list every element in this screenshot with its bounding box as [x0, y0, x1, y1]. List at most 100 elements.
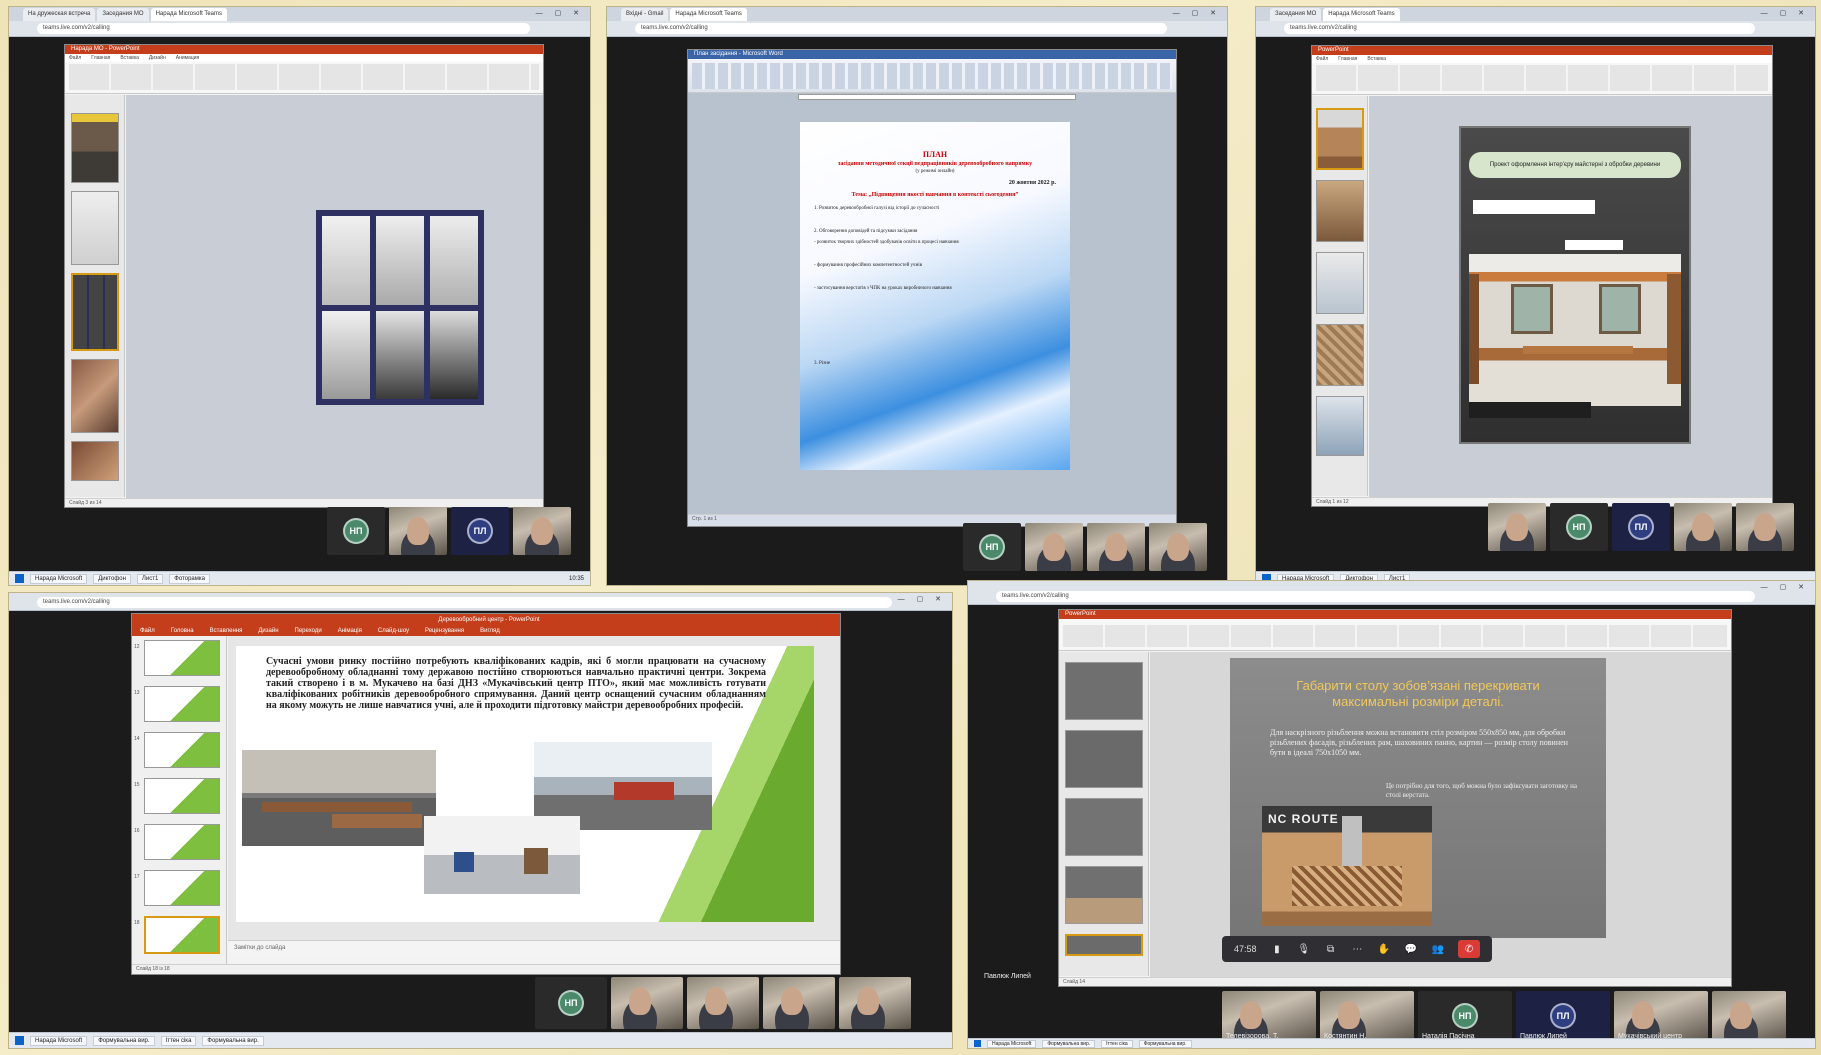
- ribbon-tab[interactable]: Дизайн: [258, 626, 278, 636]
- participant-video[interactable]: [763, 977, 835, 1029]
- address-bar[interactable]: teams.live.com/v2/calling: [37, 597, 892, 608]
- participant-video[interactable]: [513, 507, 571, 555]
- participant-video[interactable]: [611, 977, 683, 1029]
- taskbar-item[interactable]: Формувальна вир.: [1138, 1039, 1192, 1048]
- participant-video[interactable]: [1149, 523, 1207, 571]
- slide-thumbnail[interactable]: [1065, 662, 1143, 720]
- participants-strip: НП: [535, 977, 911, 1029]
- browser-tab-active[interactable]: Нарада Microsoft Teams: [150, 8, 228, 21]
- taskbar-item[interactable]: Фоторамка: [169, 573, 210, 584]
- ribbon-tab[interactable]: Рецензування: [425, 626, 464, 636]
- ribbon-groups[interactable]: [1063, 625, 1727, 647]
- address-bar[interactable]: teams.live.com/v2/calling: [37, 23, 530, 34]
- raise-hand-icon[interactable]: ✋: [1378, 942, 1391, 956]
- camera-icon[interactable]: ▮: [1271, 942, 1284, 956]
- slide-thumbnail[interactable]: [1316, 324, 1364, 386]
- taskbar-item[interactable]: Лист1: [136, 573, 164, 584]
- participant-video[interactable]: [1025, 523, 1083, 571]
- taskbar-item[interactable]: Іттен сіка: [160, 1035, 197, 1046]
- ribbon-tab[interactable]: Головна: [171, 626, 194, 636]
- slide-thumbnail[interactable]: [144, 640, 220, 676]
- slide-thumbnail[interactable]: [144, 732, 220, 768]
- ribbon-tab[interactable]: Анімація: [338, 626, 362, 636]
- word-title-bar: План засідання - Microsoft Word: [688, 50, 1176, 59]
- hang-up-button[interactable]: ✆: [1458, 940, 1481, 958]
- participant-tile[interactable]: ПЛ: [1612, 503, 1670, 551]
- slide-thumbnail[interactable]: [71, 359, 119, 433]
- taskbar-item[interactable]: Формувальна вир.: [1042, 1039, 1096, 1048]
- slide-thumbnail[interactable]: [1065, 730, 1143, 788]
- window-controls[interactable]: — ▢ ✕: [536, 9, 584, 17]
- ribbon-tab[interactable]: Вигляд: [480, 626, 500, 636]
- ribbon-tab[interactable]: Переходи: [295, 626, 322, 636]
- browser-tab-active[interactable]: Нарада Microsoft Teams: [670, 8, 747, 21]
- slide-thumbnail-selected[interactable]: [144, 916, 220, 954]
- slide-thumbnail[interactable]: [1316, 396, 1364, 456]
- window-controls[interactable]: — ▢ ✕: [1173, 9, 1221, 17]
- slide-thumbnail[interactable]: [1316, 252, 1364, 314]
- share-screen-icon[interactable]: ⧉: [1324, 942, 1337, 956]
- ribbon-groups[interactable]: [1316, 65, 1768, 91]
- participant-video[interactable]: [1674, 503, 1732, 551]
- slide-thumbnail[interactable]: [1065, 798, 1143, 856]
- browser-tab[interactable]: Заседания МО: [97, 8, 149, 21]
- ribbon-tabs[interactable]: Файл Главная Вставка Дизайн Анимация: [65, 54, 543, 62]
- slide-thumbnail[interactable]: [144, 824, 220, 860]
- browser-tab-active[interactable]: Нарада Microsoft Teams: [1323, 8, 1400, 21]
- browser-tab[interactable]: Заседания МО: [1270, 8, 1322, 21]
- ribbon-tab[interactable]: Файл: [140, 626, 155, 636]
- participant-video[interactable]: [1736, 503, 1794, 551]
- taskbar-item[interactable]: Нарада Microsoft: [987, 1039, 1037, 1048]
- address-bar[interactable]: teams.live.com/v2/calling: [1284, 23, 1755, 34]
- taskbar-item[interactable]: Нарада Microsoft: [30, 573, 88, 584]
- windows-start-icon[interactable]: [974, 1040, 981, 1047]
- slide-thumbnail-selected[interactable]: [71, 273, 119, 351]
- window-controls[interactable]: — ▢ ✕: [1761, 583, 1809, 591]
- participant-tile[interactable]: НП: [327, 507, 385, 555]
- slide-title-banner: Проект оформлення інтер’єру майстерні з …: [1469, 152, 1681, 178]
- windows-start-icon[interactable]: [15, 1036, 24, 1045]
- slide-thumbnail-selected[interactable]: [1316, 108, 1364, 170]
- slide-thumbnail[interactable]: [71, 191, 119, 265]
- microphone-icon[interactable]: 🎙: [1297, 942, 1310, 956]
- slide-thumbnail[interactable]: [144, 870, 220, 906]
- chat-icon[interactable]: 💬: [1405, 942, 1418, 956]
- slide-thumbnail[interactable]: [144, 778, 220, 814]
- taskbar-item[interactable]: Формувальна вир.: [93, 1035, 155, 1046]
- more-options-icon[interactable]: ⋯: [1351, 942, 1364, 956]
- slide-notes[interactable]: Замітки до слайда: [228, 940, 840, 954]
- people-icon[interactable]: 👥: [1431, 942, 1444, 956]
- slide-thumbnail[interactable]: [144, 686, 220, 722]
- browser-tab[interactable]: На дружеская встреча: [23, 8, 96, 21]
- participant-video[interactable]: [839, 977, 911, 1029]
- participant-video[interactable]: [1712, 991, 1786, 1041]
- participant-video[interactable]: [687, 977, 759, 1029]
- windows-start-icon[interactable]: [15, 574, 24, 583]
- participant-video[interactable]: [1087, 523, 1145, 571]
- ribbon-tab[interactable]: Слайд-шоу: [378, 626, 409, 636]
- participant-tile[interactable]: НП: [1550, 503, 1608, 551]
- address-bar[interactable]: teams.live.com/v2/calling: [996, 591, 1755, 602]
- ribbon-groups[interactable]: [69, 64, 539, 90]
- window-controls[interactable]: — ▢ ✕: [898, 595, 946, 603]
- ribbon-tab[interactable]: Вставлення: [210, 626, 243, 636]
- taskbar-item[interactable]: Нарада Microsoft: [30, 1035, 88, 1046]
- participant-video[interactable]: [1488, 503, 1546, 551]
- participant-tile[interactable]: НП: [535, 977, 607, 1029]
- browser-tab[interactable]: Вхідні - Gmail: [621, 8, 669, 21]
- toolbar-buttons[interactable]: [692, 63, 1172, 89]
- taskbar-item[interactable]: Іттен сіка: [1101, 1039, 1133, 1048]
- participant-video[interactable]: [389, 507, 447, 555]
- taskbar-item[interactable]: Диктофон: [93, 573, 131, 584]
- ribbon-tabs[interactable]: Файл Главная Вставка: [1312, 55, 1772, 63]
- slide-thumbnail[interactable]: [71, 441, 119, 481]
- window-controls[interactable]: — ▢ ✕: [1761, 9, 1809, 17]
- address-bar[interactable]: teams.live.com/v2/calling: [635, 23, 1167, 34]
- taskbar-item[interactable]: Формувальна вир.: [202, 1035, 264, 1046]
- participant-tile[interactable]: ПЛ: [451, 507, 509, 555]
- slide-thumbnail[interactable]: [1316, 180, 1364, 242]
- slide-thumbnail[interactable]: [1065, 866, 1143, 924]
- participant-tile[interactable]: НП: [963, 523, 1021, 571]
- slide-thumbnail-selected[interactable]: [1065, 934, 1143, 956]
- slide-thumbnail[interactable]: [71, 113, 119, 183]
